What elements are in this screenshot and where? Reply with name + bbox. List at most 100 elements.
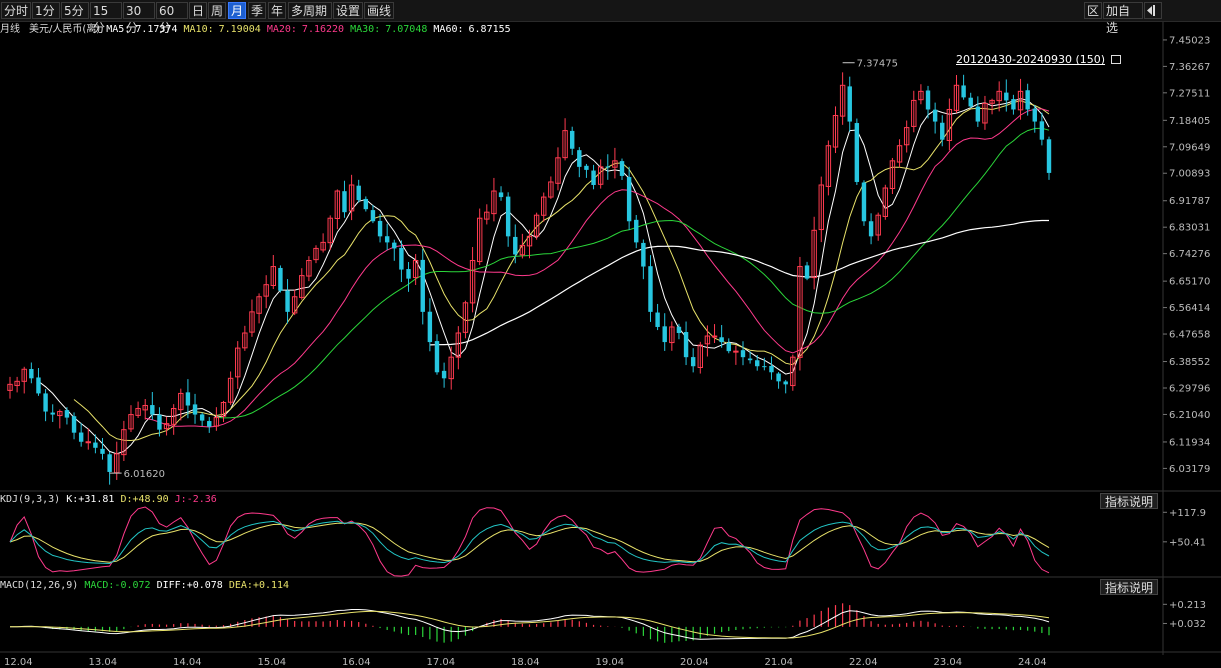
- macd-legend: MACD(12,26,9) MACD:-0.072 DIFF:+0.078 DE…: [0, 579, 289, 592]
- kdj-d-line: [9, 522, 1050, 563]
- candle-body-down: [755, 360, 760, 367]
- candle-body-down: [569, 130, 575, 149]
- candle-body-down: [1046, 139, 1052, 173]
- price-tick-label: 6.11934: [1169, 437, 1210, 448]
- candle-body-down: [719, 337, 724, 343]
- candle-body-down: [655, 312, 660, 327]
- price-tick-label: 6.03179: [1169, 464, 1210, 475]
- kdj-tick-label: +50.41: [1169, 537, 1206, 548]
- candle-body-down: [975, 106, 981, 122]
- candle-body-down: [36, 377, 41, 394]
- high-label: 7.37475: [857, 59, 898, 70]
- time-tick-label: 17.04: [427, 657, 456, 668]
- candle-body-down: [626, 177, 632, 222]
- candle-body-down: [513, 236, 518, 255]
- candle-body-down: [342, 191, 347, 213]
- candle-body-down: [940, 122, 945, 140]
- time-tick-label: 19.04: [596, 657, 625, 668]
- candle-body-down: [370, 210, 376, 222]
- candle-body-down: [776, 373, 781, 382]
- range-label[interactable]: 20120430-20240930 (150): [956, 53, 1121, 66]
- macd-dea-value: +0.114: [252, 580, 290, 591]
- candle-body-down: [278, 267, 283, 291]
- kdj-explain-button[interactable]: 指标说明: [1100, 493, 1158, 509]
- kdj-j-line: [9, 506, 1050, 577]
- macd-tick-label: +0.213: [1169, 600, 1206, 611]
- candle-body-down: [285, 290, 290, 312]
- macd-title: MACD(12,26,9): [0, 580, 79, 591]
- time-axis: 12.04 13.04 14.04 15.04 16.04 17.04 18.04 19.04…: [4, 657, 1047, 668]
- price-tick-label: 7.09649: [1169, 142, 1210, 153]
- candle-body-down: [78, 432, 84, 442]
- time-tick-label: 12.04: [4, 657, 33, 668]
- candle-body-down: [363, 198, 369, 210]
- candle-body-down: [377, 220, 383, 237]
- candle-body-down: [384, 236, 390, 243]
- time-tick-label: 23.04: [934, 657, 963, 668]
- ma30-line: [216, 127, 1050, 419]
- kline-chart[interactable]: 7.45023 7.36267 7.27511 7.18405 7.09649 7.008…: [0, 0, 1221, 668]
- candle-body-down: [762, 366, 767, 368]
- price-tick-label: 6.38552: [1169, 357, 1210, 368]
- macd-diff-value: +0.078: [186, 580, 223, 591]
- candle-body-down: [961, 85, 966, 98]
- candle-body-down: [356, 185, 361, 201]
- candle-body-down: [584, 165, 589, 170]
- price-axis: 7.45023 7.36267 7.27511 7.18405 7.09649 7.008…: [1163, 35, 1210, 475]
- time-tick-label: 15.04: [258, 657, 287, 668]
- price-tick-label: 6.65170: [1169, 277, 1210, 288]
- candle-body-down: [192, 404, 198, 415]
- lock-icon: [1110, 55, 1121, 64]
- price-tick-label: 7.27511: [1169, 88, 1210, 99]
- candle-body-down: [29, 368, 34, 379]
- candle-body-down: [747, 358, 753, 361]
- kdj-panel: +117.9 +50.41: [9, 506, 1206, 577]
- candle-body-down: [434, 341, 440, 373]
- macd-dea-label: DEA:: [228, 580, 253, 591]
- kdj-k-value: +31.81: [78, 494, 115, 505]
- candle-body-down: [420, 259, 425, 312]
- candle-body-down: [498, 192, 504, 198]
- candle-body-down: [619, 161, 625, 176]
- candle-body-down: [100, 448, 105, 454]
- candle-body-down: [605, 166, 610, 168]
- candle-body-down: [662, 326, 667, 343]
- candle-body-down: [676, 326, 682, 334]
- price-tick-label: 6.56414: [1169, 303, 1210, 314]
- price-grid: [0, 22, 1221, 655]
- candle-body-down: [804, 265, 810, 279]
- candle-body-down: [634, 219, 639, 243]
- macd-panel: +0.213 +0.032: [10, 600, 1206, 643]
- candle-body-down: [968, 97, 973, 107]
- candle-body-down: [157, 414, 162, 430]
- candle-body-down: [392, 242, 397, 249]
- price-tick-label: 7.00893: [1169, 169, 1210, 180]
- candle-body-down: [150, 405, 155, 415]
- candle-body-down: [50, 412, 55, 415]
- kdj-title: KDJ(9,3,3): [0, 494, 61, 505]
- candles: [7, 72, 1052, 485]
- candle-body-down: [427, 311, 433, 343]
- candle-body-down: [591, 170, 596, 185]
- price-tick-label: 6.47658: [1169, 330, 1210, 341]
- kdj-j-value: -2.36: [186, 494, 217, 505]
- macd-explain-button[interactable]: 指标说明: [1100, 579, 1158, 595]
- candle-body-down: [505, 196, 511, 237]
- candle-body-down: [740, 350, 746, 358]
- kdj-k-label: K:: [66, 494, 79, 505]
- candle-body-down: [185, 392, 191, 406]
- kdj-j-label: J:: [174, 494, 187, 505]
- macd-tick-label: +0.032: [1169, 619, 1206, 630]
- macd-macd-label: MACD:: [84, 580, 115, 591]
- candle-body-up: [711, 335, 718, 338]
- kdj-d-label: D:: [120, 494, 133, 505]
- candle-body-down: [925, 90, 931, 110]
- candle-body-down: [1032, 108, 1037, 122]
- candle-body-down: [861, 182, 867, 222]
- price-tick-label: 7.18405: [1169, 116, 1210, 127]
- low-label: 6.01620: [124, 469, 165, 480]
- candle-body-down: [648, 266, 653, 312]
- candle-body-down: [783, 381, 788, 385]
- macd-diff-line: [10, 609, 1050, 640]
- price-tick-label: 6.91787: [1169, 196, 1210, 207]
